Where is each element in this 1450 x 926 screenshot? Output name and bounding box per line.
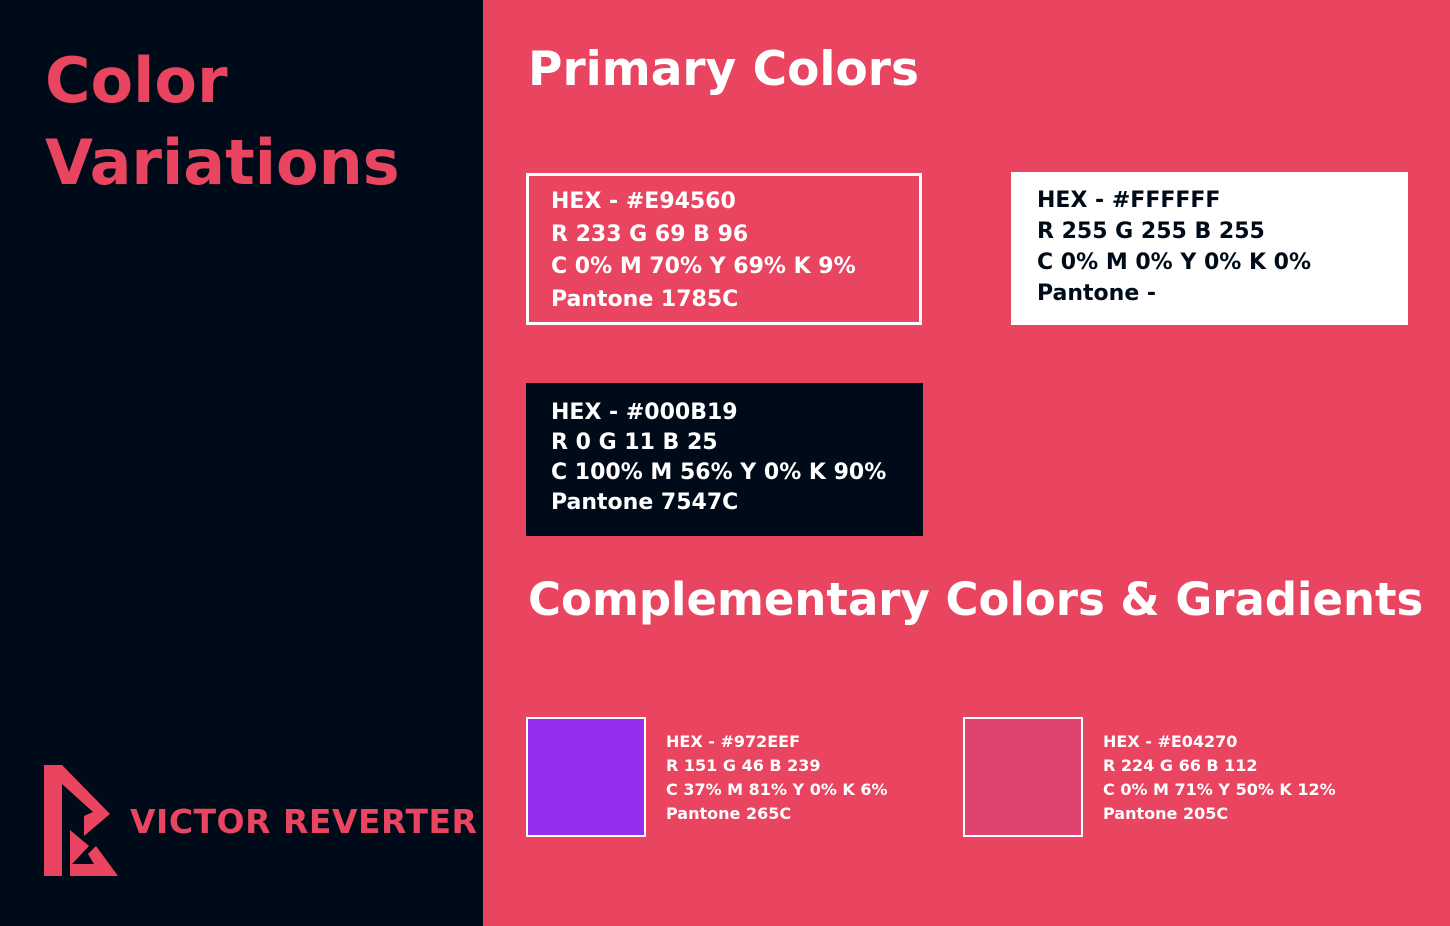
page-title: Color Variations	[45, 40, 465, 204]
complementary-swatch-pink	[963, 717, 1083, 837]
primary-color-card-navy: HEX - #000B19 R 0 G 11 B 25 C 100% M 56%…	[526, 383, 923, 536]
complementary-swatch-purple	[526, 717, 646, 837]
hex-value: HEX - #972EEF	[666, 732, 801, 751]
complementary-colors-heading: Complementary Colors & Gradients	[528, 573, 1424, 626]
pantone-value: Pantone 7547C	[551, 490, 739, 515]
rgb-value: R 224 G 66 B 112	[1103, 756, 1258, 775]
hex-value: HEX - #000B19	[551, 400, 738, 425]
rgb-value: R 233 G 69 B 96	[551, 221, 749, 247]
page-title-line-2: Variations	[45, 126, 400, 199]
brand-name: VICTOR REVERTER	[130, 802, 478, 841]
rgb-value: R 151 G 46 B 239	[666, 756, 821, 775]
victor-reverter-logo-icon	[44, 765, 118, 876]
primary-color-card-red: HEX - #E94560 R 233 G 69 B 96 C 0% M 70%…	[526, 173, 922, 325]
pantone-value: Pantone -	[1037, 281, 1157, 306]
hex-value: HEX - #E04270	[1103, 732, 1238, 751]
pantone-value: Pantone 265C	[666, 804, 792, 823]
pantone-value: Pantone 1785C	[551, 286, 739, 312]
page-title-line-1: Color	[45, 44, 228, 117]
rgb-value: R 255 G 255 B 255	[1037, 219, 1265, 244]
complementary-color-info-pink: HEX - #E04270 R 224 G 66 B 112 C 0% M 71…	[1103, 730, 1336, 826]
hex-value: HEX - #FFFFFF	[1037, 188, 1221, 213]
cmyk-value: C 0% M 70% Y 69% K 9%	[551, 254, 856, 279]
hex-value: HEX - #E94560	[551, 189, 736, 214]
pantone-value: Pantone 205C	[1103, 804, 1229, 823]
cmyk-value: C 37% M 81% Y 0% K 6%	[666, 780, 888, 799]
cmyk-value: C 0% M 71% Y 50% K 12%	[1103, 780, 1336, 799]
cmyk-value: C 100% M 56% Y 0% K 90%	[551, 460, 887, 485]
primary-colors-heading: Primary Colors	[528, 42, 919, 97]
complementary-color-info-purple: HEX - #972EEF R 151 G 46 B 239 C 37% M 8…	[666, 730, 888, 826]
rgb-value: R 0 G 11 B 25	[551, 430, 718, 455]
primary-color-card-white: HEX - #FFFFFF R 255 G 255 B 255 C 0% M 0…	[1011, 172, 1408, 325]
cmyk-value: C 0% M 0% Y 0% K 0%	[1037, 250, 1312, 275]
